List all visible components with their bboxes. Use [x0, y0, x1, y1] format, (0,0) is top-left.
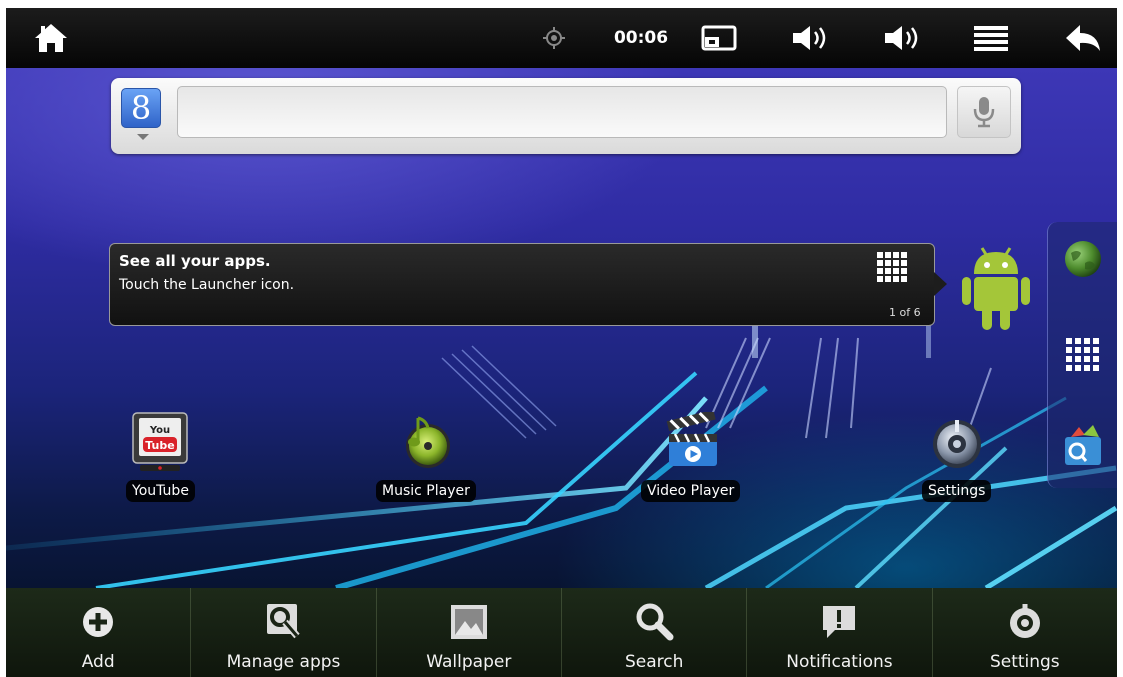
clock: 00:06: [608, 8, 674, 68]
menu-item-label: Notifications: [786, 652, 893, 672]
menu-item-add[interactable]: Add: [6, 588, 192, 677]
back-icon[interactable]: [1058, 8, 1108, 68]
menu-icon[interactable]: [968, 8, 1014, 68]
search-input[interactable]: [177, 86, 947, 138]
android-mascot-icon: [956, 244, 1036, 336]
screen-rotate-icon[interactable]: [696, 8, 742, 68]
settings-icon: [925, 410, 989, 474]
menu-item-label: Add: [81, 652, 115, 672]
google-search-widget: 8: [111, 78, 1021, 154]
launcher-grid-icon: [877, 252, 913, 292]
microphone-icon: [973, 97, 995, 128]
google-logo-letter: 8: [130, 89, 152, 127]
app-label: Settings: [922, 480, 992, 502]
options-menu: Add Manage apps Wallpaper Search Notific…: [6, 588, 1117, 677]
menu-item-settings[interactable]: Settings: [933, 588, 1117, 677]
hint-pointer: [934, 272, 947, 296]
app-store-icon[interactable]: [1060, 422, 1106, 468]
location-icon: [536, 8, 572, 68]
right-dock: [1047, 222, 1117, 488]
menu-item-notifications[interactable]: Notifications: [747, 588, 933, 677]
launcher-grid-icon[interactable]: [1060, 332, 1106, 378]
hint-page-indicator: 1 of 6: [889, 306, 921, 319]
menu-item-wallpaper[interactable]: Wallpaper: [377, 588, 562, 677]
voice-search-button[interactable]: [957, 86, 1011, 138]
search-source-dropdown-icon[interactable]: [137, 134, 149, 140]
google-logo-icon[interactable]: 8: [121, 88, 161, 128]
launcher-hint-bubble[interactable]: See all your apps. Touch the Launcher ic…: [109, 243, 947, 326]
desktop-app-video-player[interactable]: Video Player: [641, 410, 741, 502]
notifications-icon: [819, 602, 859, 642]
home-icon[interactable]: [28, 8, 74, 68]
app-label: YouTube: [126, 480, 195, 502]
wallpaper-icon: [449, 602, 489, 642]
hint-title: See all your apps.: [119, 252, 271, 270]
menu-item-search[interactable]: Search: [562, 588, 748, 677]
volume-down-icon[interactable]: [788, 8, 834, 68]
video-player-icon: [659, 410, 723, 474]
manage-apps-icon: [263, 602, 303, 642]
clock-text: 00:06: [613, 28, 669, 48]
volume-up-icon[interactable]: [880, 8, 926, 68]
status-bar: 00:06: [6, 8, 1117, 68]
desktop-app-youtube[interactable]: You Tube YouTube: [126, 410, 195, 502]
youtube-logo-bottom: Tube: [146, 439, 175, 452]
menu-item-label: Search: [624, 652, 684, 672]
app-label: Music Player: [376, 480, 476, 502]
add-icon: [78, 602, 118, 642]
settings-icon: [1005, 602, 1045, 642]
desktop-app-settings[interactable]: Settings: [922, 410, 992, 502]
menu-item-label: Manage apps: [226, 652, 341, 672]
youtube-logo-top: You: [149, 425, 170, 436]
music-player-icon: [394, 410, 458, 474]
desktop-app-music-player[interactable]: Music Player: [376, 410, 476, 502]
browser-globe-icon[interactable]: [1060, 236, 1106, 282]
youtube-icon: You Tube: [128, 410, 192, 474]
search-icon: [634, 602, 674, 642]
app-label: Video Player: [641, 480, 741, 502]
menu-item-manage-apps[interactable]: Manage apps: [191, 588, 377, 677]
menu-item-label: Settings: [989, 652, 1060, 672]
menu-item-label: Wallpaper: [426, 652, 512, 672]
hint-body: Touch the Launcher icon.: [119, 277, 295, 293]
